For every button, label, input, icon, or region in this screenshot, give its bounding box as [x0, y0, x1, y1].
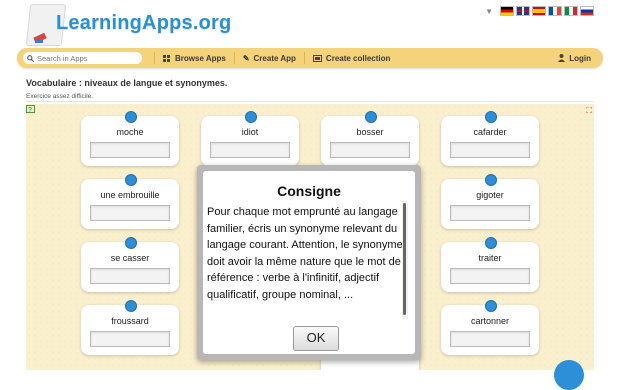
site-logo[interactable]: LearningApps.org	[56, 12, 231, 35]
search-icon	[27, 54, 34, 62]
word-card[interactable]: cafarder	[441, 111, 539, 166]
word-card[interactable]: cartonner	[441, 300, 539, 355]
italian-flag-icon[interactable]	[564, 6, 578, 16]
drop-slot[interactable]	[450, 268, 530, 284]
french-flag-icon[interactable]	[548, 6, 562, 16]
card-handle[interactable]	[245, 111, 257, 123]
ok-button[interactable]: OK	[293, 326, 339, 351]
search-box[interactable]	[23, 52, 142, 64]
card-word: une embrouille	[100, 190, 160, 200]
drop-slot[interactable]	[90, 331, 170, 347]
pencil-icon: ✎	[242, 53, 250, 63]
card-handle[interactable]	[125, 237, 137, 249]
logo-pencil-icon	[33, 32, 47, 44]
card-word: idiot	[241, 127, 259, 137]
card-handle[interactable]	[485, 300, 497, 312]
card-word: cafarder	[473, 127, 507, 137]
svg-text:?: ?	[28, 107, 32, 114]
german-flag-icon[interactable]	[500, 6, 514, 16]
word-card[interactable]: traiter	[441, 237, 539, 292]
search-input[interactable]	[34, 53, 133, 63]
create-app-button[interactable]: ✎ Create App	[233, 52, 304, 64]
word-card[interactable]: se casser	[81, 237, 179, 292]
card-handle[interactable]	[485, 174, 497, 186]
card-word: traiter	[478, 253, 502, 263]
card-handle[interactable]	[125, 111, 137, 123]
drop-slot[interactable]	[450, 205, 530, 221]
drop-slot[interactable]	[90, 142, 170, 158]
card-word: bosser	[356, 127, 384, 137]
language-selector[interactable]: ▼	[485, 6, 594, 16]
drop-slot[interactable]	[90, 268, 170, 284]
create-app-label: Create App	[253, 53, 296, 63]
login-button[interactable]: Login	[558, 54, 591, 63]
instruction-dialog: Consigne Pour chaque mot emprunté au lan…	[197, 165, 421, 360]
drop-slot[interactable]	[90, 205, 170, 221]
divider	[26, 101, 594, 102]
floating-action-button[interactable]	[554, 360, 584, 390]
dropdown-caret-icon[interactable]: ▼	[485, 7, 493, 16]
drop-slot[interactable]	[450, 331, 530, 347]
dialog-scrollbar[interactable]	[402, 201, 408, 319]
card-handle[interactable]	[125, 174, 137, 186]
card-word: moche	[116, 127, 144, 137]
page-title: Vocabulaire : niveaux de langue et synon…	[26, 78, 228, 88]
create-collection-label: Create collection	[325, 53, 391, 63]
card-word: se casser	[110, 253, 150, 263]
dialog-text: Pour chaque mot emprunté au langage fami…	[207, 206, 403, 301]
card-word: froussard	[111, 316, 149, 326]
uk-flag-icon[interactable]	[516, 6, 530, 16]
card-handle[interactable]	[125, 300, 137, 312]
word-card[interactable]: froussard	[81, 300, 179, 355]
user-icon	[558, 54, 566, 62]
russian-flag-icon[interactable]	[580, 6, 594, 16]
help-icon[interactable]: ?	[26, 105, 36, 115]
grid-icon	[163, 54, 170, 62]
browse-apps-label: Browse Apps	[175, 53, 226, 63]
create-collection-button[interactable]: Create collection	[303, 52, 398, 64]
collection-icon	[312, 54, 322, 62]
spanish-flag-icon[interactable]	[532, 6, 546, 16]
drop-slot[interactable]	[330, 142, 410, 158]
browse-apps-button[interactable]: Browse Apps	[154, 52, 234, 64]
word-card[interactable]: gigoter	[441, 174, 539, 229]
scrollbar-thumb[interactable]	[403, 203, 406, 315]
dialog-title: Consigne	[277, 183, 341, 199]
main-toolbar: Browse Apps ✎ Create App Create collecti…	[17, 48, 603, 68]
word-card[interactable]: moche	[81, 111, 179, 166]
page-subtitle: Exercice assez difficile.	[26, 93, 94, 100]
word-card[interactable]: idiot	[201, 111, 299, 166]
drop-slot[interactable]	[450, 142, 530, 158]
login-label: Login	[569, 53, 591, 63]
fullscreen-icon[interactable]: ⛶	[586, 106, 592, 116]
card-word: gigoter	[476, 190, 504, 200]
word-card[interactable]: bosser	[321, 111, 419, 166]
card-word: cartonner	[470, 316, 510, 326]
card-handle[interactable]	[485, 237, 497, 249]
card-handle[interactable]	[485, 111, 497, 123]
drop-slot[interactable]	[210, 142, 290, 158]
dialog-body: Consigne Pour chaque mot emprunté au lan…	[203, 171, 415, 354]
card-handle[interactable]	[365, 111, 377, 123]
word-card[interactable]: une embrouille	[81, 174, 179, 229]
